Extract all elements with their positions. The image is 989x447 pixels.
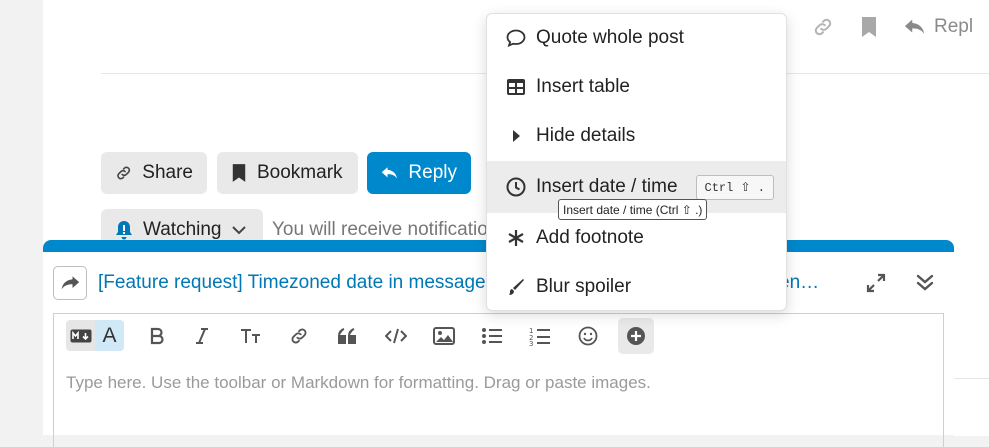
reply-icon bbox=[904, 19, 925, 34]
bookmark-label: Bookmark bbox=[257, 162, 343, 183]
markdown-mode-icon[interactable] bbox=[66, 320, 95, 351]
menu-item-label: Hide details bbox=[536, 125, 636, 146]
menu-item-quote-whole-post[interactable]: Quote whole post bbox=[487, 14, 786, 62]
reply-top-button[interactable]: Repl bbox=[904, 16, 973, 38]
menu-item-label: Add footnote bbox=[536, 227, 644, 248]
reply-icon bbox=[381, 167, 397, 179]
reply-action-button[interactable] bbox=[53, 266, 87, 300]
menu-item-hide-details[interactable]: Hide details bbox=[487, 112, 786, 160]
paintbrush-icon bbox=[506, 277, 526, 297]
link-icon bbox=[117, 166, 131, 180]
speech-bubble-icon bbox=[506, 29, 526, 47]
bookmark-icon[interactable] bbox=[860, 16, 878, 38]
menu-item-insert-table[interactable]: Insert table bbox=[487, 63, 786, 111]
bold-icon[interactable] bbox=[143, 322, 171, 350]
bullet-list-icon[interactable] bbox=[478, 322, 506, 350]
share-label: Share bbox=[142, 162, 193, 183]
menu-item-label: Insert table bbox=[536, 76, 630, 97]
collapse-icon[interactable] bbox=[914, 272, 936, 299]
reply-topic-link[interactable]: [Feature request] Timezoned date in mess… bbox=[98, 272, 486, 294]
clock-icon bbox=[506, 177, 526, 197]
notification-level-label: Watching bbox=[143, 219, 222, 240]
editor-mode-toggle[interactable]: A bbox=[66, 320, 124, 351]
editor-placeholder: Type here. Use the toolbar or Markdown f… bbox=[66, 373, 651, 392]
code-icon[interactable] bbox=[382, 322, 410, 350]
caret-right-icon bbox=[506, 129, 526, 143]
editor-area[interactable]: A 1 2 3 Type here. Use the toolbar or Ma… bbox=[53, 313, 944, 447]
toolbar-options-menu: Quote whole post Insert table Hide detai… bbox=[486, 13, 787, 311]
bell-alert-icon bbox=[116, 221, 132, 240]
table-icon bbox=[506, 78, 526, 96]
link-icon[interactable] bbox=[812, 16, 834, 38]
post-actions-top: Repl bbox=[812, 10, 973, 44]
bookmark-button[interactable]: Bookmark bbox=[217, 152, 358, 194]
plus-options-icon[interactable] bbox=[618, 318, 654, 354]
share-button[interactable]: Share bbox=[101, 152, 207, 194]
tooltip: Insert date / time (Ctrl ⇧ .) bbox=[558, 199, 708, 220]
link-icon[interactable] bbox=[285, 322, 313, 350]
menu-item-blur-spoiler[interactable]: Blur spoiler bbox=[487, 263, 786, 311]
side-panel-edge bbox=[954, 378, 989, 436]
blockquote-icon[interactable] bbox=[334, 322, 362, 350]
menu-item-label: Blur spoiler bbox=[536, 276, 632, 297]
emoji-icon[interactable] bbox=[574, 322, 602, 350]
image-icon[interactable] bbox=[430, 322, 458, 350]
heading-icon[interactable] bbox=[237, 322, 265, 350]
numbered-list-icon[interactable]: 123 bbox=[526, 322, 554, 350]
share-arrow-icon bbox=[61, 276, 80, 290]
reply-top-label: Repl bbox=[934, 16, 974, 37]
menu-item-label: Insert date / time bbox=[536, 176, 678, 197]
rich-text-mode-icon[interactable]: A bbox=[95, 320, 124, 351]
menu-item-label: Quote whole post bbox=[536, 27, 684, 48]
reply-label: Reply bbox=[408, 162, 457, 183]
editor-toolbar: A 1 2 3 bbox=[54, 314, 943, 358]
menu-item-add-footnote[interactable]: Add footnote bbox=[487, 214, 786, 262]
notification-description: You will receive notificatio bbox=[272, 219, 488, 240]
svg-text:3: 3 bbox=[529, 340, 533, 346]
keyboard-shortcut: Ctrl ⇧ . bbox=[695, 174, 774, 200]
expand-icon[interactable] bbox=[865, 272, 887, 299]
chevron-down-icon bbox=[231, 226, 246, 235]
italic-icon[interactable] bbox=[188, 322, 216, 350]
reply-button[interactable]: Reply bbox=[367, 152, 471, 194]
asterisk-icon bbox=[506, 229, 526, 247]
bookmark-icon bbox=[232, 164, 246, 182]
